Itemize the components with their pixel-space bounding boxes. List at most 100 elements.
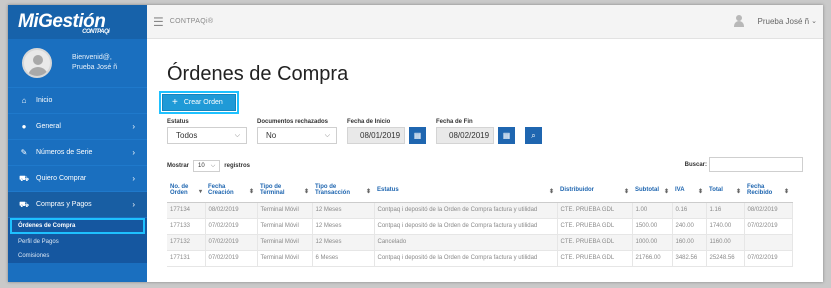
sort-icon: ⬍: [303, 189, 309, 195]
subnav-item-3[interactable]: Comisiones: [8, 249, 147, 263]
sidebar-item-1[interactable]: ⌂ Inicio: [8, 87, 147, 113]
sidebar-item-label: Números de Serie: [36, 149, 93, 156]
column-header-line2: Transacción: [315, 189, 351, 196]
column-header[interactable]: Fecha Recibido ⬍: [744, 178, 792, 203]
table-cell: 240.00: [672, 218, 707, 235]
chevron-right-icon: ›: [132, 174, 135, 183]
column-header[interactable]: Distribuidor ⬍: [557, 178, 632, 203]
column-header[interactable]: Subtotal ⬍: [632, 178, 672, 203]
table-cell: 21766.00: [632, 250, 673, 267]
fecha-fin-input[interactable]: 08/02/2019: [436, 127, 494, 144]
table-row[interactable]: 177133 07/02/2019 Terminal Móvil 12 Meses Co…: [167, 218, 793, 235]
page-length-value: 10: [198, 163, 205, 169]
subnav-item-2[interactable]: Perfil de Pagos: [8, 235, 147, 249]
estatus-filter: Estatus Todos ⌵: [167, 119, 247, 144]
table-cell: Contpaq i depositó de la Orden de Compra…: [374, 202, 558, 219]
search-input[interactable]: [709, 157, 803, 172]
rechazados-label: Documentos rechazados: [257, 119, 329, 125]
create-order-label: Crear Orden: [183, 99, 223, 106]
subnav-item-1[interactable]: Órdenes de Compra: [10, 218, 145, 234]
app-window: MiGestión CONTPAQi Bienvenid@, Prueba Jo…: [8, 5, 823, 282]
sidebar-item-label: Quiero Comprar: [36, 175, 87, 182]
column-header[interactable]: No. de Orden ▾: [167, 178, 205, 203]
column-header[interactable]: Total ⬍: [706, 178, 744, 203]
table-cell: 07/02/2019: [205, 250, 258, 267]
table-cell: 1.16: [706, 202, 745, 219]
orders-table: No. de Orden ▾ Fecha Creación ⬍ Tipo de Termina…: [167, 178, 793, 267]
table-row[interactable]: 177132 07/02/2019 Terminal Móvil 12 Meses Ca…: [167, 234, 793, 251]
table-cell: 177133: [167, 218, 206, 235]
user-name: Prueba José ñ: [72, 64, 118, 71]
brand-label: CONTPAQi®: [169, 18, 214, 25]
sort-icon: ⬍: [623, 189, 629, 195]
table-cell: Terminal Móvil: [257, 250, 313, 267]
column-header[interactable]: Tipo de Transacción ⬍: [312, 178, 374, 203]
chevron-right-icon: ›: [132, 200, 135, 209]
table-cell: 0.16: [672, 202, 707, 219]
calendar-icon[interactable]: ▦: [409, 127, 426, 144]
user-icon: ●: [21, 122, 27, 131]
sidebar-item-label: General: [36, 123, 61, 130]
sidebar-item-5[interactable]: ⛟ Compras y Pagos ›: [8, 191, 147, 217]
top-bar: ☰ CONTPAQi® Prueba José ñ ⌄: [147, 5, 823, 39]
column-header-line2: Recibido: [747, 189, 773, 196]
hamburger-menu-icon[interactable]: ☰: [153, 15, 164, 29]
sidebar-item-3[interactable]: ✎ Números de Serie ›: [8, 139, 147, 165]
sidebar-item-label: Compras y Pagos: [36, 201, 92, 208]
chevron-down-icon: ⌵: [234, 131, 240, 139]
table-cell: 1740.00: [706, 218, 745, 235]
search-icon[interactable]: ⌕: [525, 127, 542, 144]
avatar: [22, 48, 52, 78]
column-header[interactable]: Tipo de Terminal ⬍: [257, 178, 312, 203]
table-cell: Cancelado: [374, 234, 558, 251]
user-icon: [733, 15, 744, 27]
column-header-line2: Terminal: [260, 189, 285, 196]
table-cell: 1.00: [632, 202, 673, 219]
sidebar-subnav: Órdenes de Compra Perfil de Pagos Comision…: [8, 218, 147, 263]
logo-subtitle: CONTPAQi: [82, 29, 110, 35]
sort-icon: ⬍: [548, 189, 554, 195]
mostrar-label: Mostrar: [167, 163, 190, 169]
table-cell: 12 Meses: [312, 202, 375, 219]
column-header-line1: Estatus: [377, 186, 399, 193]
sidebar-item-4[interactable]: ⛟ Quiero Comprar ›: [8, 165, 147, 191]
chevron-down-icon: ⌵: [324, 131, 330, 139]
create-order-button[interactable]: + Crear Orden: [162, 94, 236, 111]
sidebar-item-2[interactable]: ● General ›: [8, 113, 147, 139]
table-controls: Mostrar 10 ⌵ registros Buscar:: [167, 157, 803, 173]
table-cell: 1500.00: [632, 218, 673, 235]
sort-icon: ⬍: [783, 189, 789, 195]
sort-icon: ⬍: [735, 189, 741, 195]
estatus-label: Estatus: [167, 119, 189, 125]
logo-text: MiGestión CONTPAQi: [18, 11, 110, 35]
create-order-highlight: + Crear Orden: [159, 91, 239, 114]
sort-icon: ⬍: [365, 189, 371, 195]
logo[interactable]: MiGestión CONTPAQi: [8, 5, 147, 39]
fecha-inicio-input[interactable]: 08/01/2019: [347, 127, 405, 144]
column-header[interactable]: IVA ⬍: [672, 178, 706, 203]
sidebar: MiGestión CONTPAQi Bienvenid@, Prueba Jo…: [8, 5, 147, 282]
column-header-line2: Creación: [208, 189, 234, 196]
table-row[interactable]: 177131 07/02/2019 Terminal Móvil 6 Meses Con…: [167, 250, 793, 267]
table-cell: CTE. PRUEBA GDL: [557, 234, 633, 251]
page-length-select[interactable]: 10 ⌵: [193, 160, 221, 172]
estatus-select[interactable]: Todos ⌵: [167, 127, 247, 144]
column-header[interactable]: Fecha Creación ⬍: [205, 178, 257, 203]
rechazados-select[interactable]: No ⌵: [257, 127, 337, 144]
column-header-line1: Distribuidor: [560, 186, 594, 193]
calendar-icon[interactable]: ▦: [498, 127, 515, 144]
table-body: 177134 08/02/2019 Terminal Móvil 12 Meses Co…: [167, 202, 793, 267]
edit-icon: ✎: [20, 148, 28, 157]
table-cell: [744, 234, 793, 251]
table-row[interactable]: 177134 08/02/2019 Terminal Móvil 12 Meses Co…: [167, 202, 793, 219]
user-panel: Bienvenid@, Prueba José ñ: [8, 39, 147, 87]
chevron-right-icon: ›: [132, 148, 135, 157]
column-header[interactable]: Estatus ⬍: [374, 178, 557, 203]
table-cell: 08/02/2019: [205, 202, 258, 219]
buscar-label: Buscar:: [684, 161, 707, 168]
user-info: Bienvenid@, Prueba José ñ: [72, 53, 117, 73]
table-cell: CTE. PRUEBA GDL: [557, 202, 633, 219]
rechazados-filter: Documentos rechazados No ⌵: [257, 119, 337, 144]
user-menu[interactable]: Prueba José ñ ⌄: [733, 15, 817, 27]
table-cell: 07/02/2019: [205, 218, 258, 235]
